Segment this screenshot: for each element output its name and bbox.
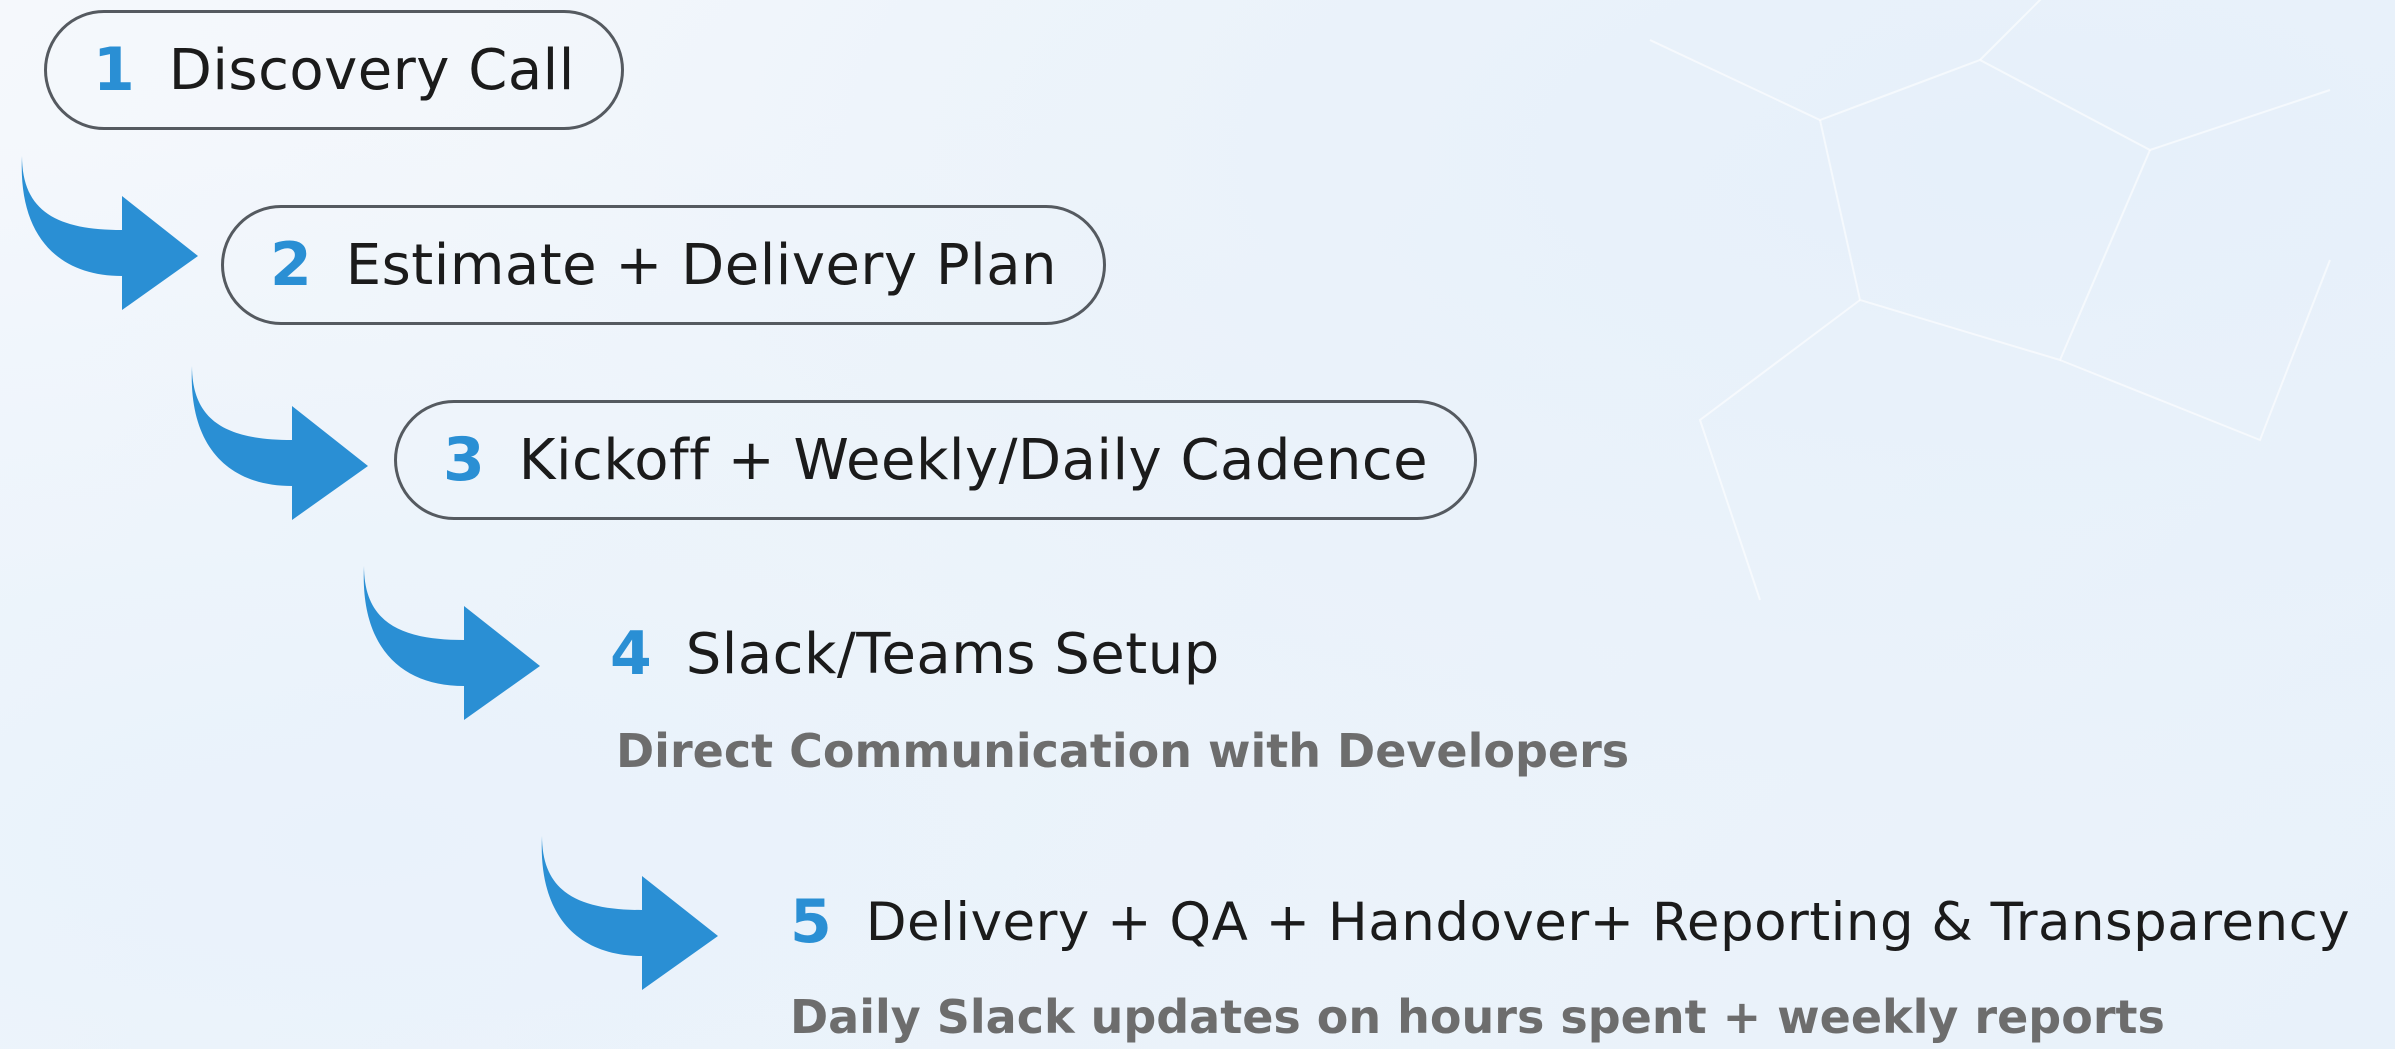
step-number: 4 <box>610 619 652 689</box>
curved-arrow-icon <box>541 836 718 990</box>
step-number: 1 <box>93 35 135 105</box>
step-label: Delivery + QA + Handover+ Reporting & Tr… <box>865 891 2351 953</box>
step-2: 2 Estimate + Delivery Plan <box>221 205 1107 325</box>
step-5-subtitle: Daily Slack updates on hours spent + wee… <box>790 990 2165 1044</box>
step-3: 3 Kickoff + Weekly/Daily Cadence <box>394 400 1478 520</box>
step-label: Estimate + Delivery Plan <box>345 232 1058 298</box>
step-label: Discovery Call <box>168 37 575 103</box>
step-4: 4 Slack/Teams Setup <box>610 594 1220 714</box>
step-number: 3 <box>443 425 485 495</box>
step-4-subtitle: Direct Communication with Developers <box>616 724 1630 778</box>
curved-arrow-icon <box>363 566 540 720</box>
step-label: Kickoff + Weekly/Daily Cadence <box>518 427 1429 493</box>
step-1: 1 Discovery Call <box>44 10 624 130</box>
curved-arrow-icon <box>21 156 198 310</box>
step-number: 2 <box>270 230 312 300</box>
curved-arrow-icon <box>191 366 368 520</box>
step-label: Slack/Teams Setup <box>685 621 1220 687</box>
step-5: 5 Delivery + QA + Handover+ Reporting & … <box>790 862 2350 982</box>
step-number: 5 <box>790 887 832 957</box>
process-diagram: 1 Discovery Call 2 Estimate + Delivery P… <box>0 0 2395 1049</box>
